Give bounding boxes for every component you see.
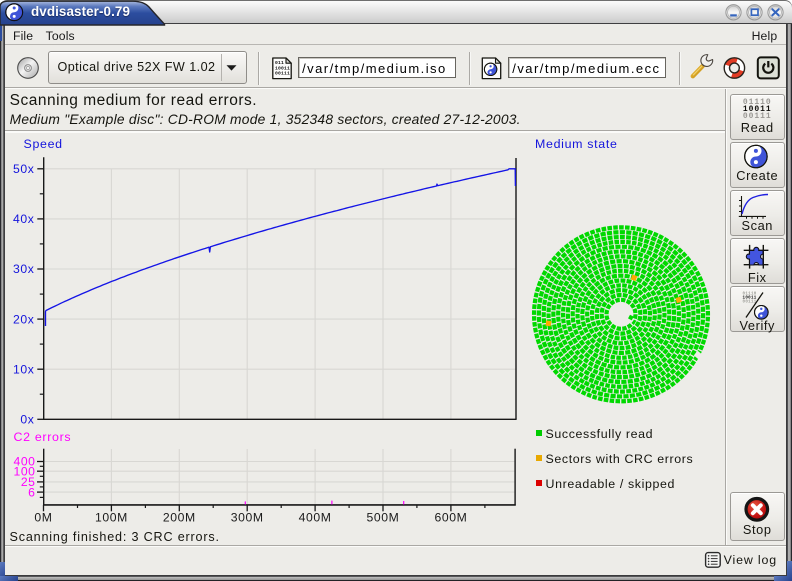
- svg-text:400M: 400M: [299, 511, 332, 525]
- svg-text:011: 011: [275, 60, 284, 66]
- svg-text:10011: 10011: [275, 65, 290, 71]
- svg-text:200M: 200M: [163, 511, 196, 525]
- svg-text:500M: 500M: [367, 511, 400, 525]
- svg-text:30x: 30x: [13, 262, 34, 276]
- svg-text:6: 6: [28, 485, 35, 499]
- svg-text:10x: 10x: [13, 362, 34, 376]
- svg-text:20x: 20x: [13, 312, 34, 326]
- svg-text:600M: 600M: [434, 511, 467, 525]
- svg-text:300M: 300M: [231, 511, 264, 525]
- svg-text:40x: 40x: [13, 212, 34, 226]
- svg-text:0x: 0x: [20, 413, 34, 427]
- svg-text:00111: 00111: [275, 70, 290, 76]
- svg-text:0M: 0M: [34, 511, 52, 525]
- svg-text:50x: 50x: [13, 162, 34, 176]
- svg-text:100M: 100M: [95, 511, 128, 525]
